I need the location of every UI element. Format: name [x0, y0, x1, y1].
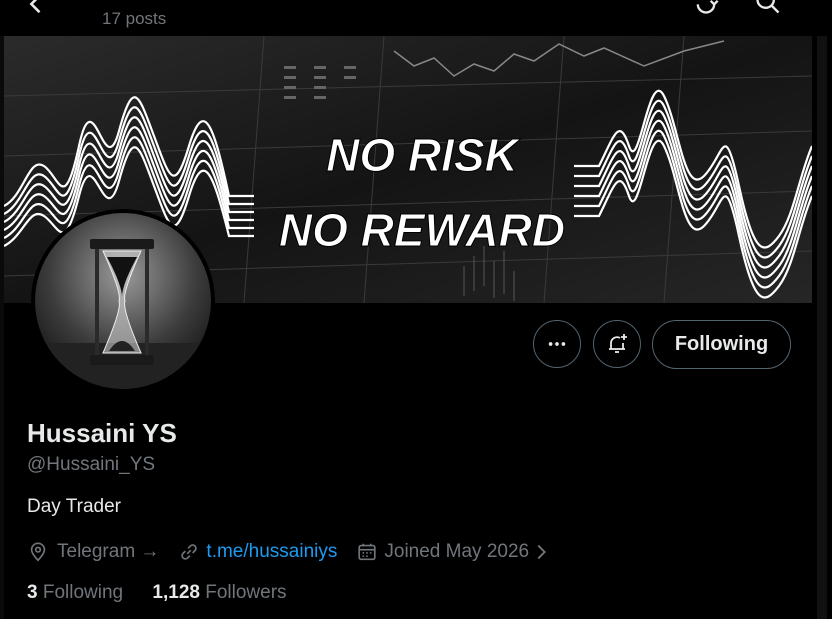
avatar[interactable] — [31, 209, 215, 393]
search-icon[interactable] — [754, 0, 782, 16]
scrollbar-thumb[interactable] — [817, 36, 827, 619]
more-button[interactable] — [533, 320, 581, 368]
retweet-icon[interactable] — [692, 0, 720, 16]
banner-line-1: NO RISK — [326, 129, 520, 181]
top-bar: 17 posts — [0, 0, 832, 36]
link-icon — [181, 544, 198, 560]
following-stat[interactable]: 3 Following — [27, 582, 123, 603]
posts-count: 17 posts — [102, 9, 167, 28]
banner-line-2: NO REWARD — [279, 204, 565, 256]
follow-stats: 3 Following 1,128 Followers — [27, 582, 287, 604]
profile-link[interactable]: t.me/hussainiys — [206, 541, 337, 563]
bio: Day Trader — [27, 496, 121, 517]
profile-meta: Telegram → t.me/hussainiys Joined May 20… — [27, 539, 549, 565]
hourglass-image — [35, 213, 211, 389]
display-name: Hussaini YS — [27, 418, 177, 448]
followers-stat[interactable]: 1,128 Followers — [152, 582, 286, 603]
calendar-icon — [358, 543, 376, 561]
back-arrow-icon[interactable] — [22, 0, 50, 18]
link-item[interactable]: t.me/hussainiys — [178, 541, 337, 563]
location-item: Telegram → — [27, 541, 159, 563]
user-handle: @Hussaini_YS — [27, 454, 156, 475]
chevron-right-icon[interactable] — [533, 541, 549, 563]
joined-text: Joined May 2026 — [384, 541, 530, 562]
following-button[interactable]: Following — [652, 320, 791, 369]
followers-label: Followers — [205, 582, 287, 603]
following-label: Following — [42, 582, 124, 603]
notify-button[interactable] — [593, 320, 641, 368]
more-icon — [548, 342, 566, 346]
notification-bell-icon — [609, 334, 627, 353]
following-count: 3 — [27, 582, 38, 603]
location-icon — [30, 542, 46, 562]
location-text: Telegram → — [57, 541, 160, 562]
followers-count: 1,128 — [152, 582, 200, 603]
joined-item: Joined May 2026 — [356, 541, 549, 563]
